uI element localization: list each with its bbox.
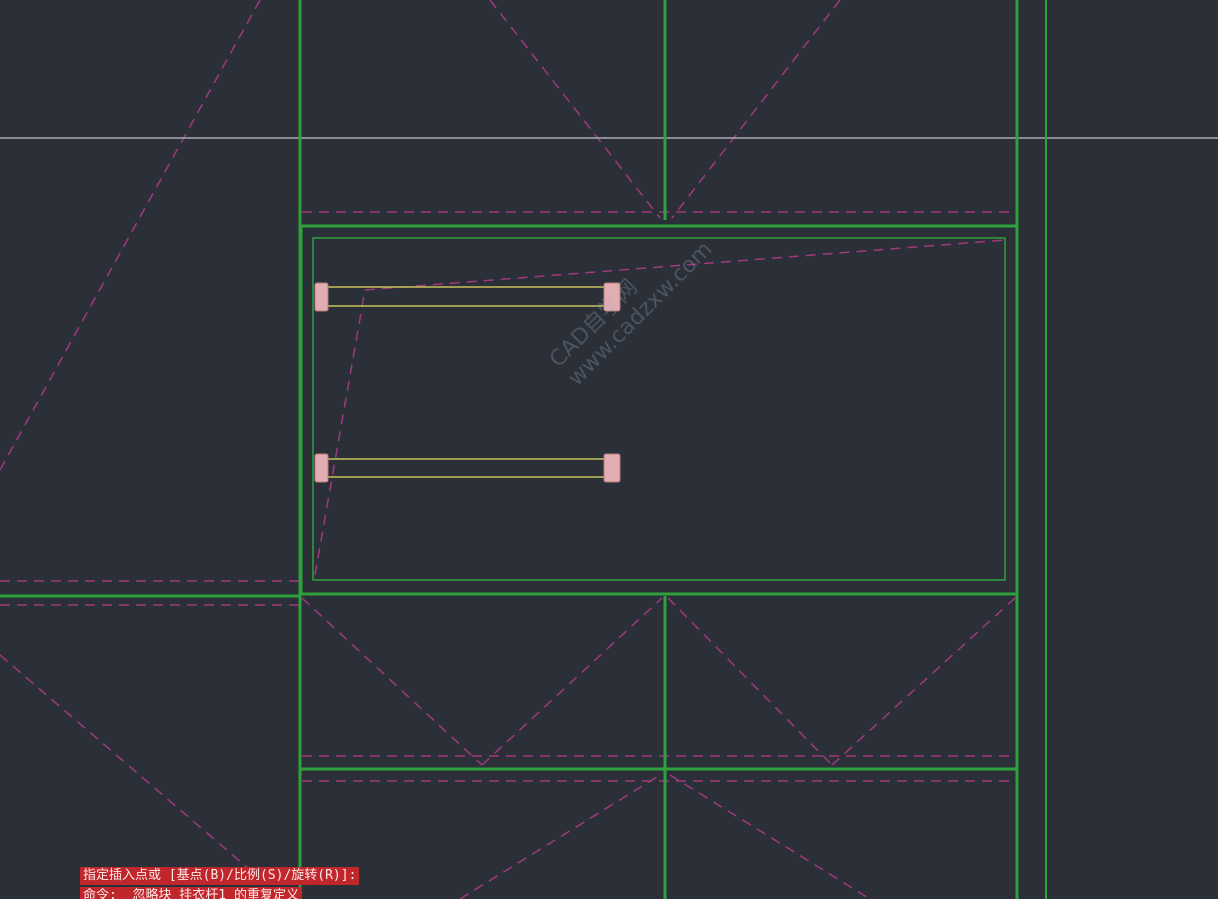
command-prompt: 指定插入点或 [基点(B)/比例(S)/旋转(R)]: bbox=[80, 867, 360, 885]
door-swing-dashed-lines bbox=[0, 0, 1016, 899]
cad-drawing-viewport[interactable]: CAD自学网 www.cadzxw.com 指定插入点或 [基点(B)/比例(S… bbox=[0, 0, 1218, 899]
rod-end-cap-left bbox=[314, 282, 329, 312]
command-history-line: 命令: _忽略块 挂衣杆1 的重复定义 bbox=[80, 887, 302, 899]
rod-end-cap-left bbox=[314, 453, 329, 483]
hanging-rod-upper[interactable] bbox=[314, 282, 621, 312]
cabinet-outline bbox=[0, 0, 1047, 899]
hanging-rod-lower[interactable] bbox=[314, 453, 621, 483]
cad-model-space[interactable] bbox=[0, 0, 1218, 899]
rod-end-cap-right bbox=[603, 453, 621, 483]
